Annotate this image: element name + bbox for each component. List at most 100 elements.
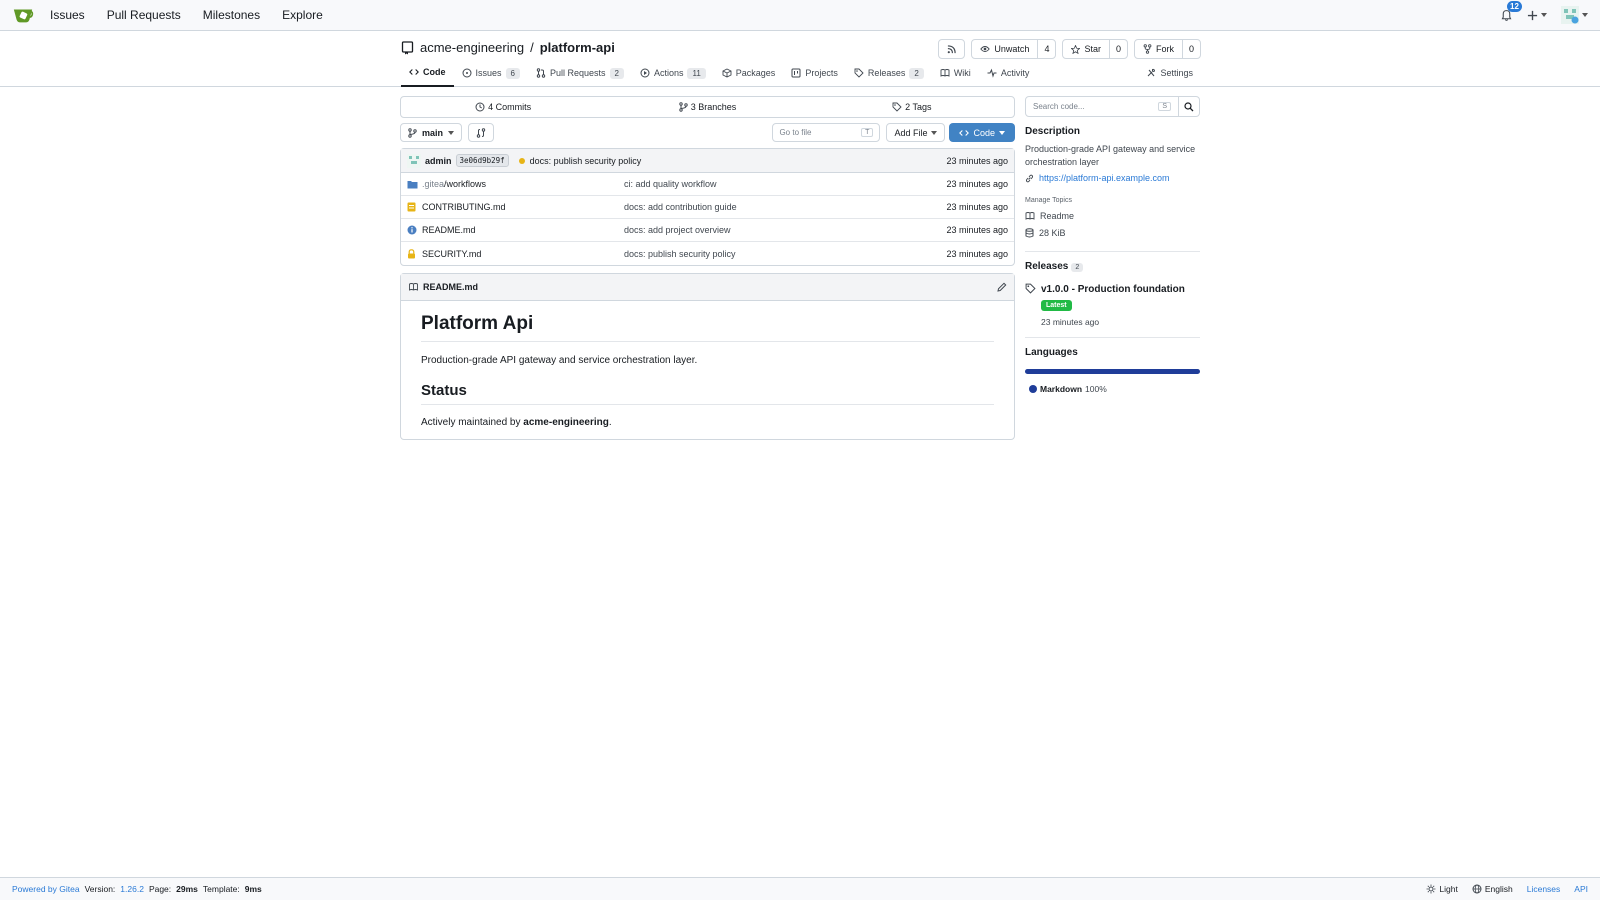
watch-count[interactable]: 4 xyxy=(1037,40,1055,58)
commit-sha[interactable]: 3e06d9b29f xyxy=(455,154,509,167)
gitea-logo-icon[interactable] xyxy=(12,4,34,26)
repo-header: acme-engineering / platform-api Unwatch … xyxy=(0,31,1600,87)
tab-packages[interactable]: Packages xyxy=(714,66,784,87)
repo-name-link[interactable]: platform-api xyxy=(540,40,615,55)
readme-title: Platform Api xyxy=(421,313,994,342)
star-button[interactable]: Star 0 xyxy=(1062,39,1128,59)
tab-pull-requests[interactable]: Pull Requests 2 xyxy=(528,66,632,87)
readme-filename[interactable]: README.md xyxy=(423,282,478,292)
file-name-link[interactable]: .gitea/workflows xyxy=(422,179,624,189)
pencil-icon[interactable] xyxy=(997,282,1007,292)
star-count[interactable]: 0 xyxy=(1108,40,1127,58)
tab-projects[interactable]: Projects xyxy=(783,66,846,87)
releases-count-badge: 2 xyxy=(909,67,924,79)
powered-by-gitea-link[interactable]: Powered by Gitea xyxy=(12,884,80,894)
tab-activity[interactable]: Activity xyxy=(979,66,1038,87)
description-heading: Description xyxy=(1025,126,1081,137)
theme-selector[interactable]: Light xyxy=(1426,884,1458,894)
nav-pull-requests[interactable]: Pull Requests xyxy=(107,8,181,22)
api-link[interactable]: API xyxy=(1574,884,1588,894)
tab-issues[interactable]: Issues 6 xyxy=(454,66,528,87)
fork-count[interactable]: 0 xyxy=(1181,40,1200,58)
rss-feed-button[interactable] xyxy=(938,39,966,59)
version-link[interactable]: 1.26.2 xyxy=(120,884,144,894)
file-name-link[interactable]: CONTRIBUTING.md xyxy=(422,202,624,212)
file-name: /workflows xyxy=(444,179,487,189)
search-shortcut: S xyxy=(1158,102,1171,111)
language-legend-item[interactable]: Markdown 100% xyxy=(1029,384,1200,394)
star-label: Star xyxy=(1084,44,1101,54)
add-file-label: Add File xyxy=(894,127,928,138)
releases-heading[interactable]: Releases 2 xyxy=(1025,261,1200,272)
avatar[interactable] xyxy=(407,153,421,168)
repo-title: acme-engineering / platform-api xyxy=(401,40,615,55)
nav-explore[interactable]: Explore xyxy=(282,8,323,22)
commit-status-dot[interactable] xyxy=(518,157,525,164)
repo-description: Production-grade API gateway and service… xyxy=(1025,144,1196,167)
file-row[interactable]: README.md docs: add project overview 23 … xyxy=(401,219,1014,242)
pulse-icon xyxy=(987,68,997,78)
file-commit-message[interactable]: ci: add quality workflow xyxy=(624,179,717,189)
file-commit-message[interactable]: docs: add project overview xyxy=(624,225,731,235)
file-row[interactable]: .gitea/workflows ci: add quality workflo… xyxy=(401,173,1014,196)
search-button[interactable] xyxy=(1179,96,1200,117)
tab-code[interactable]: Code xyxy=(401,66,454,87)
nav-milestones[interactable]: Milestones xyxy=(203,8,260,22)
file-name-link[interactable]: SECURITY.md xyxy=(422,249,624,259)
tags-link[interactable]: 2 Tags xyxy=(810,102,1014,112)
project-icon xyxy=(791,68,801,78)
notifications-button[interactable]: 12 xyxy=(1500,0,1522,22)
file-name-link[interactable]: README.md xyxy=(422,225,624,235)
branch-name: main xyxy=(422,127,444,138)
tab-releases[interactable]: Releases 2 xyxy=(846,66,932,87)
repo-content: 4 Commits 3 Branches 2 Tags main Go to f… xyxy=(400,96,1015,440)
file-commit-message[interactable]: docs: add contribution guide xyxy=(624,202,737,212)
readme-link[interactable]: Readme xyxy=(1025,211,1200,221)
code-button-label: Code xyxy=(973,127,995,138)
nav-issues[interactable]: Issues xyxy=(50,8,85,22)
watch-button[interactable]: Unwatch 4 xyxy=(971,39,1057,59)
go-to-file-input[interactable]: Go to file T xyxy=(772,123,881,142)
template-time: 9ms xyxy=(244,884,262,894)
notification-count: 12 xyxy=(1507,0,1522,12)
compare-button[interactable] xyxy=(468,123,495,142)
tab-actions[interactable]: Actions 11 xyxy=(632,66,714,87)
tab-issues-label: Issues xyxy=(475,68,502,78)
commit-message[interactable]: docs: publish security policy xyxy=(530,156,642,166)
language-bar[interactable] xyxy=(1025,369,1200,374)
add-file-button[interactable]: Add File xyxy=(886,123,946,142)
user-menu-button[interactable] xyxy=(1561,6,1588,24)
tab-packages-label: Packages xyxy=(735,68,776,78)
page-time-label: Page: xyxy=(148,884,172,894)
tab-settings[interactable]: Settings xyxy=(1138,66,1201,87)
search-icon xyxy=(1184,101,1194,111)
repo-owner-link[interactable]: acme-engineering xyxy=(420,40,524,55)
branches-link[interactable]: 3 Branches xyxy=(605,102,809,112)
fork-button[interactable]: Fork 0 xyxy=(1133,39,1201,59)
website-link[interactable]: https://platform-api.example.com xyxy=(1025,173,1200,183)
tab-code-label: Code xyxy=(423,67,446,77)
releases-count: 2 xyxy=(1071,263,1084,272)
licenses-link[interactable]: Licenses xyxy=(1527,884,1561,894)
release-name-link[interactable]: v1.0.0 - Production foundation xyxy=(1041,284,1185,295)
language-selector[interactable]: English xyxy=(1472,884,1513,894)
divider xyxy=(1025,337,1200,338)
commits-link[interactable]: 4 Commits xyxy=(401,102,605,112)
file-row[interactable]: CONTRIBUTING.md docs: add contribution g… xyxy=(401,196,1014,219)
fork-label: Fork xyxy=(1155,44,1174,54)
create-menu-button[interactable] xyxy=(1527,10,1547,21)
readme-status-prefix: Actively maintained by xyxy=(421,417,524,428)
repo-sidebar: Search code... S Description Production-… xyxy=(1025,96,1200,394)
branch-selector[interactable]: main xyxy=(400,123,463,142)
template-time-label: Template: xyxy=(202,884,240,894)
tab-wiki[interactable]: Wiki xyxy=(932,66,979,87)
manage-topics-link[interactable]: Manage Topics xyxy=(1025,197,1200,204)
file-row[interactable]: SECURITY.md docs: publish security polic… xyxy=(401,242,1014,265)
clone-code-button[interactable]: Code xyxy=(949,123,1015,142)
file-commit-message[interactable]: docs: publish security policy xyxy=(624,249,736,259)
commit-author[interactable]: admin xyxy=(425,156,452,166)
search-input[interactable]: Search code... S xyxy=(1025,96,1179,117)
book-icon xyxy=(940,69,950,77)
repo-size: 28 KiB xyxy=(1025,228,1200,238)
book-icon xyxy=(409,283,418,291)
